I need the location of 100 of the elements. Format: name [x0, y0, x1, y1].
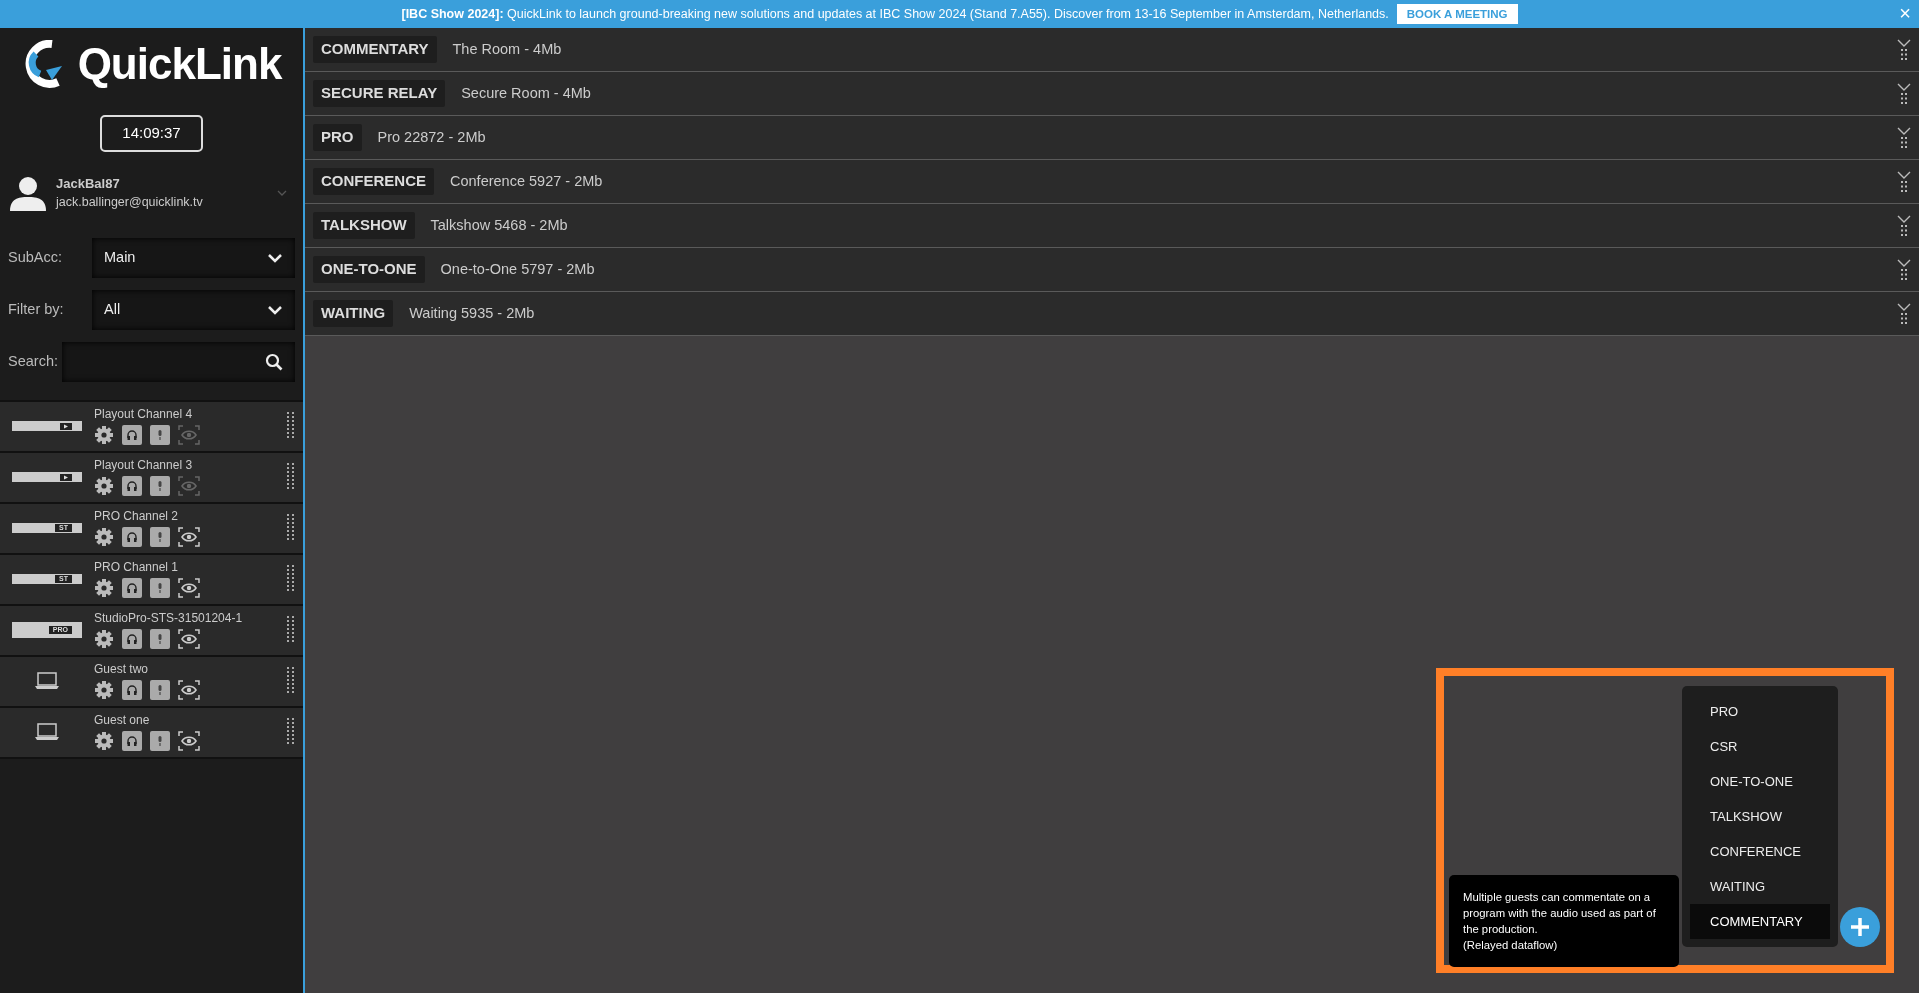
tooltip-note: (Relayed dataflow)	[1463, 938, 1559, 953]
headphones-icon	[126, 480, 138, 493]
user-email: jack.ballinger@quicklink.tv	[56, 194, 204, 211]
logo-text: QuickLink	[77, 42, 282, 86]
menu-item[interactable]: ONE-TO-ONE	[1690, 764, 1830, 799]
laptop-icon	[34, 672, 60, 691]
microphone-button[interactable]	[150, 527, 170, 548]
menu-item[interactable]: TALKSHOW	[1690, 799, 1830, 834]
headphones-icon	[126, 429, 138, 442]
device-name: Playout Channel 3	[94, 458, 194, 473]
plus-icon	[1849, 916, 1871, 938]
room-row[interactable]: TALKSHOW Talkshow 5468 - 2Mb	[305, 204, 1919, 248]
microphone-icon	[156, 531, 164, 544]
microphone-button[interactable]	[150, 680, 170, 701]
device-name: PRO Channel 1	[94, 560, 180, 575]
chevron-down-icon[interactable]	[1897, 39, 1911, 47]
room-row[interactable]: COMMENTARY The Room - 4Mb	[305, 28, 1919, 72]
drag-handle-icon[interactable]	[287, 565, 295, 594]
room-name: One-to-One 5797 - 2Mb	[440, 259, 596, 279]
gear-icon[interactable]	[94, 680, 114, 701]
user-avatar-icon	[8, 174, 48, 211]
chevron-down-icon[interactable]	[1897, 171, 1911, 179]
room-row[interactable]: CONFERENCE Conference 5927 - 2Mb	[305, 160, 1919, 204]
microphone-icon	[156, 582, 164, 595]
drag-handle-icon[interactable]	[1901, 181, 1907, 192]
menu-item[interactable]: CONFERENCE	[1690, 834, 1830, 869]
gear-icon[interactable]	[94, 629, 114, 650]
drag-handle-icon[interactable]	[1901, 269, 1907, 280]
tooltip-text: Multiple guests can commentate on a program with the audio used as part of the production.	[1463, 890, 1657, 937]
headphones-icon	[126, 684, 138, 697]
microphone-icon	[156, 633, 164, 646]
search-icon	[265, 352, 283, 371]
menu-item[interactable]: COMMENTARY	[1690, 904, 1830, 939]
menu-item[interactable]: CSR	[1690, 729, 1830, 764]
chevron-down-icon[interactable]	[1897, 259, 1911, 267]
headphones-button[interactable]	[122, 527, 142, 548]
microphone-icon	[156, 735, 164, 748]
microphone-icon	[156, 480, 164, 493]
headphones-icon	[126, 735, 138, 748]
room-name: The Room - 4Mb	[452, 39, 563, 59]
room-row[interactable]: PRO Pro 22872 - 2Mb	[305, 116, 1919, 160]
room-type-tag: TALKSHOW	[313, 212, 415, 239]
room-type-tag: COMMENTARY	[313, 36, 437, 63]
gear-icon[interactable]	[94, 425, 114, 446]
drag-handle-icon[interactable]	[1901, 49, 1907, 60]
headphones-button[interactable]	[122, 578, 142, 599]
drag-handle-icon[interactable]	[1901, 137, 1907, 148]
device-name: Guest two	[94, 662, 150, 677]
drag-handle-icon[interactable]	[1901, 313, 1907, 324]
headphones-button[interactable]	[122, 629, 142, 650]
room-type-tag: SECURE RELAY	[313, 80, 446, 107]
gear-icon[interactable]	[94, 527, 114, 548]
gear-icon[interactable]	[94, 476, 114, 497]
microphone-button[interactable]	[150, 425, 170, 446]
drag-handle-icon[interactable]	[1901, 225, 1907, 236]
username: JackBal87	[56, 174, 121, 193]
microphone-button[interactable]	[150, 629, 170, 650]
drag-handle-icon[interactable]	[287, 514, 295, 543]
headphones-button[interactable]	[122, 476, 142, 497]
room-name: Waiting 5935 - 2Mb	[409, 303, 536, 323]
drag-handle-icon[interactable]	[287, 718, 295, 747]
headphones-button[interactable]	[122, 680, 142, 701]
room-row[interactable]: SECURE RELAY Secure Room - 4Mb	[305, 72, 1919, 116]
search-field[interactable]	[62, 341, 295, 382]
filter-label: Filter by:	[8, 299, 65, 319]
device-name: StudioPro-STS-31501204-1	[94, 611, 244, 626]
room-row[interactable]: WAITING Waiting 5935 - 2Mb	[305, 292, 1919, 336]
clock: 14:09:37	[100, 115, 203, 152]
menu-item[interactable]: PRO	[1690, 694, 1830, 729]
microphone-icon	[156, 684, 164, 697]
gear-icon[interactable]	[94, 731, 114, 752]
gear-icon[interactable]	[94, 578, 114, 599]
add-button[interactable]	[1840, 907, 1880, 947]
drag-handle-icon[interactable]	[287, 667, 295, 696]
dropdown[interactable]: Main	[92, 237, 295, 278]
banner-text: [IBC Show 2024]: QuickLink to launch ground-breaking new solutions and updates at IBC Show 2024 (Stand 7.A55). Discover from 13-16 September in Amsterdam, Netherlands.	[401, 5, 1389, 23]
microphone-icon	[156, 429, 164, 442]
drag-handle-icon[interactable]	[287, 616, 295, 645]
chevron-down-icon[interactable]	[1897, 83, 1911, 91]
microphone-button[interactable]	[150, 578, 170, 599]
playout-device-icon	[12, 472, 82, 483]
chevron-down-icon[interactable]	[1897, 215, 1911, 223]
chevron-down-icon[interactable]	[1897, 127, 1911, 135]
microphone-button[interactable]	[150, 476, 170, 497]
room-type-tag: PRO	[313, 124, 362, 151]
chevron-down-icon	[267, 304, 283, 315]
drag-handle-icon[interactable]	[287, 463, 295, 492]
chevron-down-icon[interactable]	[1897, 303, 1911, 311]
room-type-tag: WAITING	[313, 300, 394, 327]
microphone-button[interactable]	[150, 731, 170, 752]
headphones-button[interactable]	[122, 425, 142, 446]
dropdown[interactable]: All	[92, 289, 295, 330]
headphones-button[interactable]	[122, 731, 142, 752]
drag-handle-icon[interactable]	[287, 412, 295, 441]
menu-item[interactable]: WAITING	[1690, 869, 1830, 904]
room-row[interactable]: ONE-TO-ONE One-to-One 5797 - 2Mb	[305, 248, 1919, 292]
drag-handle-icon[interactable]	[1901, 93, 1907, 104]
room-name: Conference 5927 - 2Mb	[450, 171, 604, 191]
room-type-tag: ONE-TO-ONE	[313, 256, 425, 283]
room-name: Secure Room - 4Mb	[461, 83, 592, 103]
